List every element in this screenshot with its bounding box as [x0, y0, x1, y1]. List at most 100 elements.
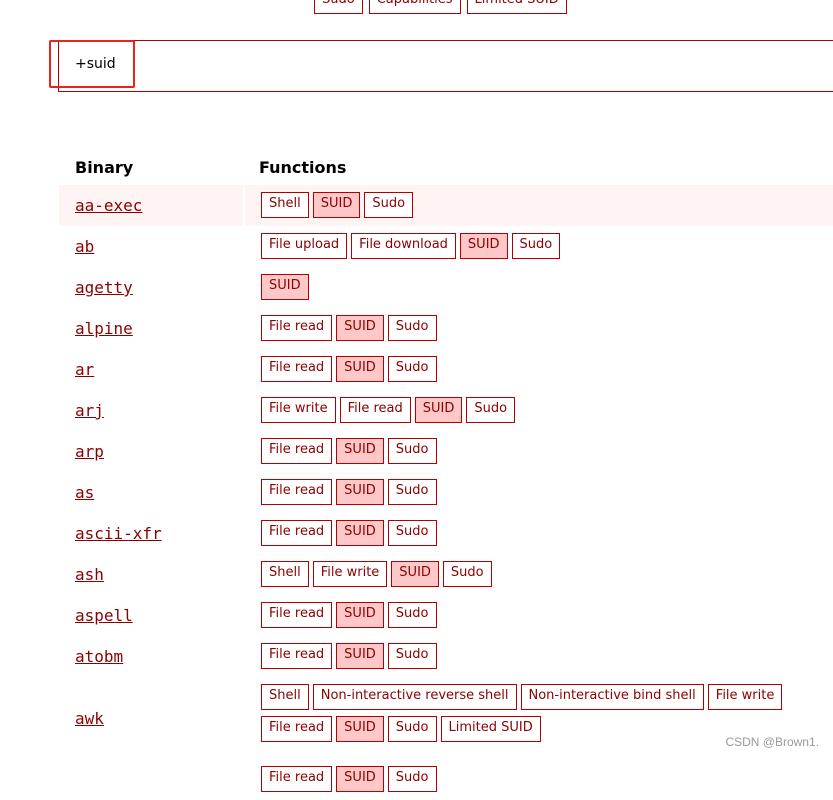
- binary-cell: aspell: [59, 595, 243, 636]
- function-tag[interactable]: Shell: [261, 192, 309, 218]
- function-tag[interactable]: Sudo: [364, 192, 414, 218]
- table-row: ascii-xfr File read SUID Sudo: [59, 513, 833, 554]
- binary-link[interactable]: ash: [75, 554, 104, 595]
- functions-cell: File read SUID Sudo: [245, 595, 833, 636]
- function-tag[interactable]: File read: [261, 643, 333, 669]
- table-row: ash Shell File write SUID Sudo: [59, 554, 833, 595]
- binary-cell: alpine: [59, 308, 243, 349]
- header-functions: Functions: [259, 158, 347, 177]
- function-tag[interactable]: File upload: [261, 233, 348, 259]
- function-tag[interactable]: SUID: [336, 438, 384, 464]
- header-binary: Binary: [75, 158, 134, 177]
- binary-cell: arp: [59, 431, 243, 472]
- binary-link[interactable]: atobm: [75, 636, 123, 677]
- filter-limited-suid[interactable]: Limited SUID: [466, 0, 567, 14]
- top-filter-bar: Sudo Capabilities Limited SUID: [314, 0, 567, 14]
- table-row: as File read SUID Sudo: [59, 472, 833, 513]
- search-input[interactable]: [73, 55, 777, 73]
- binary-cell: aa-exec: [59, 185, 243, 226]
- function-tag[interactable]: Sudo: [387, 520, 437, 546]
- functions-cell: File read SUID Sudo: [245, 636, 833, 677]
- binary-link[interactable]: arp: [75, 431, 104, 472]
- function-tag[interactable]: Sudo: [387, 643, 437, 669]
- binary-cell: awk: [59, 677, 243, 759]
- binary-cell: ab: [59, 226, 243, 267]
- function-tag[interactable]: Non-interactive reverse shell: [312, 684, 517, 710]
- function-tag[interactable]: File read: [261, 438, 333, 464]
- binary-link[interactable]: ascii-xfr: [75, 513, 162, 554]
- function-tag[interactable]: File read: [261, 766, 333, 792]
- binary-link[interactable]: aspell: [75, 595, 133, 636]
- function-tag[interactable]: SUID: [336, 479, 384, 505]
- function-tag[interactable]: File read: [261, 716, 333, 742]
- function-tag[interactable]: Limited SUID: [440, 716, 541, 742]
- binary-link[interactable]: ab: [75, 226, 94, 267]
- binary-link[interactable]: aa-exec: [75, 185, 142, 226]
- function-tag[interactable]: Sudo: [387, 315, 437, 341]
- function-tag[interactable]: SUID: [336, 643, 384, 669]
- binary-cell: agetty: [59, 267, 243, 308]
- function-tag[interactable]: Non-interactive bind shell: [520, 684, 704, 710]
- filter-sudo[interactable]: Sudo: [314, 0, 363, 14]
- binary-cell: ascii-xfr: [59, 513, 243, 554]
- function-tag[interactable]: SUID: [312, 192, 361, 218]
- binary-table: aa-exec Shell SUID Sudo ab File upload File do…: [59, 185, 833, 800]
- watermark: CSDN @Brown1.: [725, 735, 819, 749]
- function-tag[interactable]: Sudo: [442, 561, 492, 587]
- table-row: aspell File read SUID Sudo: [59, 595, 833, 636]
- binary-link[interactable]: arj: [75, 390, 104, 431]
- function-tag[interactable]: SUID: [261, 274, 309, 300]
- function-tag[interactable]: SUID: [336, 356, 384, 382]
- functions-cell: File upload File download SUID Sudo: [245, 226, 833, 267]
- table-row: alpine File read SUID Sudo: [59, 308, 833, 349]
- binary-link[interactable]: awk: [75, 709, 104, 728]
- functions-cell: File read SUID Sudo: [245, 513, 833, 554]
- function-tag[interactable]: Sudo: [387, 479, 437, 505]
- function-tag[interactable]: Sudo: [387, 602, 437, 628]
- function-tag[interactable]: SUID: [336, 766, 384, 792]
- function-tag[interactable]: File read: [261, 356, 333, 382]
- function-tag[interactable]: Sudo: [387, 356, 437, 382]
- function-tag[interactable]: File write: [261, 397, 336, 423]
- function-tag[interactable]: SUID: [336, 315, 384, 341]
- function-tag[interactable]: Sudo: [387, 716, 437, 742]
- function-tag[interactable]: File read: [261, 315, 333, 341]
- functions-cell: SUID: [245, 267, 833, 308]
- function-tag[interactable]: File read: [339, 397, 411, 423]
- binary-link[interactable]: as: [75, 472, 94, 513]
- binary-link[interactable]: ar: [75, 349, 94, 390]
- table-row: awk Shell Non-interactive reverse shell Non…: [59, 677, 833, 759]
- filter-capabilities[interactable]: Capabilities: [368, 0, 461, 14]
- function-tag[interactable]: SUID: [336, 520, 384, 546]
- function-tag[interactable]: Shell: [261, 561, 309, 587]
- binary-link[interactable]: alpine: [75, 308, 133, 349]
- function-tag[interactable]: Shell: [261, 684, 309, 710]
- function-tag[interactable]: Sudo: [387, 438, 437, 464]
- function-tag[interactable]: SUID: [459, 233, 508, 259]
- function-tag[interactable]: File write: [312, 561, 388, 587]
- table-row: aa-exec Shell SUID Sudo: [59, 185, 833, 226]
- table-row: agetty SUID: [59, 267, 833, 308]
- function-tag[interactable]: File download: [351, 233, 456, 259]
- function-tag[interactable]: Sudo: [466, 397, 516, 423]
- function-tag[interactable]: File read: [261, 602, 333, 628]
- table-row: ab File upload File download SUID Sudo: [59, 226, 833, 267]
- binary-cell: arj: [59, 390, 243, 431]
- binary-cell: ar: [59, 349, 243, 390]
- functions-cell: File read SUID Sudo: [245, 759, 833, 800]
- table-row: atobm File read SUID Sudo: [59, 636, 833, 677]
- function-tag[interactable]: SUID: [414, 397, 463, 423]
- function-tag[interactable]: Sudo: [387, 766, 437, 792]
- binary-cell: ash: [59, 554, 243, 595]
- functions-cell: File write File read SUID Sudo: [245, 390, 833, 431]
- function-tag[interactable]: SUID: [391, 561, 439, 587]
- function-tag[interactable]: SUID: [336, 602, 384, 628]
- binary-link[interactable]: agetty: [75, 267, 133, 308]
- table-row: arj File write File read SUID Sudo: [59, 390, 833, 431]
- function-tag[interactable]: File read: [261, 479, 333, 505]
- function-tag[interactable]: File read: [261, 520, 333, 546]
- table-row: ar File read SUID Sudo: [59, 349, 833, 390]
- function-tag[interactable]: Sudo: [511, 233, 561, 259]
- function-tag[interactable]: SUID: [336, 716, 384, 742]
- function-tag[interactable]: File write: [707, 684, 783, 710]
